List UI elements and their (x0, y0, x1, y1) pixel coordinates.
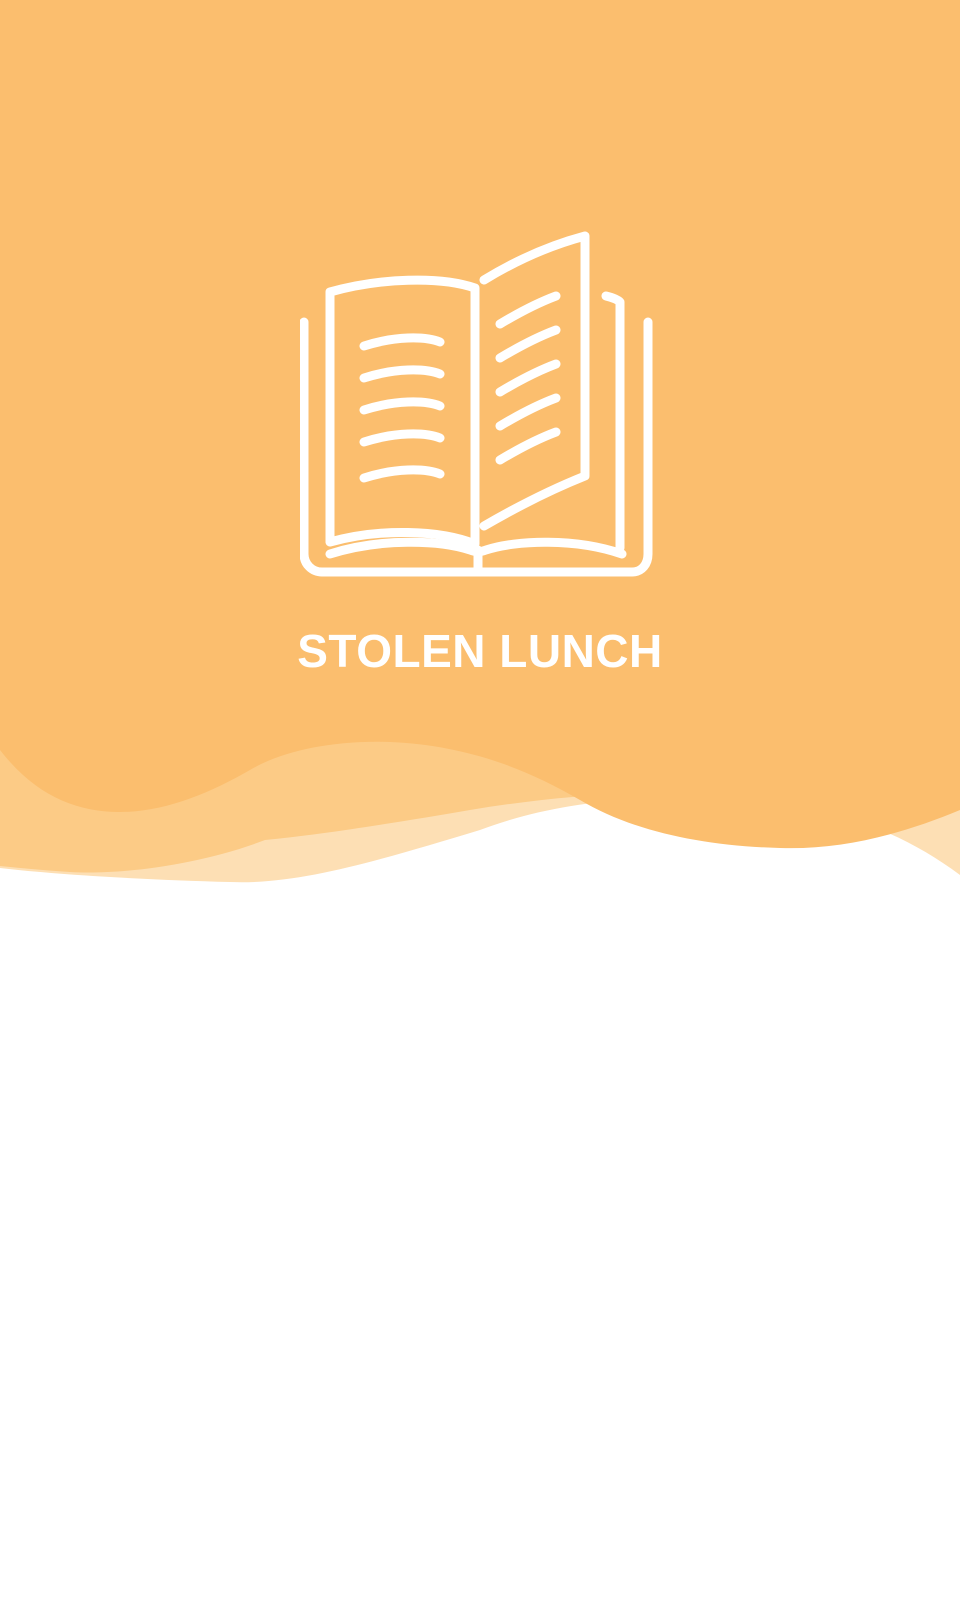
open-book-icon (300, 228, 656, 588)
splash-header: STOLEN LUNCH (0, 0, 960, 900)
app-title: STOLEN LUNCH (297, 625, 663, 677)
content-area (0, 900, 960, 1600)
